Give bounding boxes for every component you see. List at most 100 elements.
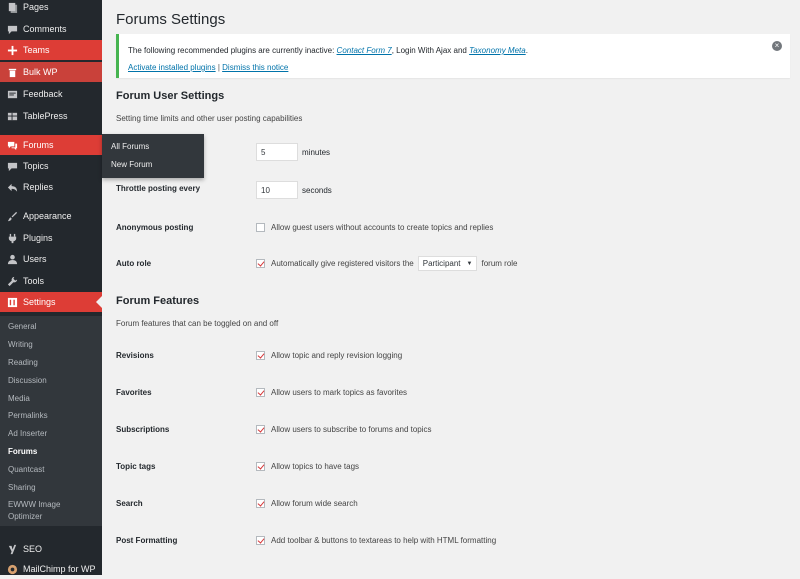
admin-sidebar: Pages Comments Teams Bulk WP Feedback Ta… [0,0,102,575]
topic-tags-label: Topic tags [116,462,156,471]
subscriptions-label: Subscriptions [116,425,170,434]
notice-prefix: The following recommended plugins are cu… [128,46,337,55]
sidebar-item-label: SEO [23,544,43,554]
submenu-item-media[interactable]: Media [8,394,30,403]
sidebar-item-label: Teams [23,45,50,55]
sidebar-item-label: Replies [23,182,54,192]
sidebar-item-comments[interactable]: Comments [0,19,102,39]
sidebar-item-label: Forums [23,140,54,150]
flyout-item-new-forum[interactable]: New Forum [111,160,152,169]
anonymous-posting-checkbox[interactable] [256,223,265,232]
sidebar-item-tablepress[interactable]: TablePress [0,106,102,126]
plus-icon [6,44,18,56]
post-formatting-text: Add toolbar & buttons to textareas to he… [271,536,497,545]
favorites-checkbox[interactable] [256,388,265,397]
favorites-option: Allow users to mark topics as favorites [256,388,407,397]
edit-lock-input[interactable] [256,143,298,161]
anonymous-posting-text: Allow guest users without accounts to cr… [271,223,494,232]
replies-icon [6,181,18,193]
flyout-item-all-forums[interactable]: All Forums [111,142,149,151]
activate-plugins-link[interactable]: Activate installed plugins [128,63,216,72]
settings-icon [6,296,18,308]
contact-form-link[interactable]: Contact Form 7 [337,46,392,55]
sidebar-item-teams[interactable]: Teams [0,40,102,60]
submenu-item-ewww[interactable]: EWWW Image [8,500,60,509]
search-checkbox[interactable] [256,499,265,508]
sidebar-item-label: Bulk WP [23,67,58,77]
notice-actions: Activate installed plugins | Dismiss thi… [128,63,288,72]
notice-sep: , Login With Ajax and [391,46,470,55]
sidebar-item-topics[interactable]: Topics [0,156,102,176]
submenu-item-ad-inserter[interactable]: Ad Inserter [8,429,47,438]
submenu-item-forums[interactable]: Forums [8,447,37,456]
sidebar-item-pages[interactable]: Pages [0,0,102,17]
sidebar-item-label: TablePress [23,111,68,121]
submenu-item-sharing[interactable]: Sharing [8,483,36,492]
auto-role-label: Auto role [116,259,152,268]
section-desc-user-settings: Setting time limits and other user posti… [116,114,303,123]
sidebar-item-bulkwp[interactable]: Bulk WP [0,62,102,82]
sidebar-item-feedback[interactable]: Feedback [0,84,102,104]
close-icon[interactable]: × [772,41,782,51]
auto-role-checkbox[interactable] [256,259,265,268]
sidebar-item-users[interactable]: Users [0,249,102,269]
settings-submenu: General Writing Reading Discussion Media… [0,316,102,526]
sidebar-item-label: Topics [23,161,49,171]
pages-icon [6,1,18,13]
sidebar-item-settings[interactable]: Settings [0,292,102,312]
mailchimp-icon [6,563,18,575]
subscriptions-option: Allow users to subscribe to forums and t… [256,425,432,434]
auto-role-select-value: Participant [422,259,461,268]
sidebar-item-forums[interactable]: Forums [0,135,102,155]
sidebar-item-label: Users [23,254,47,264]
anonymous-posting-option: Allow guest users without accounts to cr… [256,223,493,232]
sidebar-item-plugins[interactable]: Plugins [0,228,102,248]
sidebar-item-seo[interactable]: SEO [0,539,102,559]
submenu-item-quantcast[interactable]: Quantcast [8,465,44,474]
sidebar-item-label: Plugins [23,233,53,243]
submenu-item-discussion[interactable]: Discussion [8,376,47,385]
topics-icon [6,160,18,172]
sidebar-item-replies[interactable]: Replies [0,177,102,197]
search-label: Search [116,499,143,508]
post-formatting-label: Post Formatting [116,536,178,545]
wrench-icon [6,275,18,287]
search-text: Allow forum wide search [271,499,358,508]
search-option: Allow forum wide search [256,499,358,508]
submenu-item-reading[interactable]: Reading [8,358,38,367]
topic-tags-option: Allow topics to have tags [256,462,359,471]
auto-role-select[interactable]: Participant ▼ [417,256,478,271]
revisions-option: Allow topic and reply revision logging [256,351,402,360]
post-formatting-option: Add toolbar & buttons to textareas to he… [256,536,496,545]
submenu-item-permalinks[interactable]: Permalinks [8,411,48,420]
user-icon [6,253,18,265]
favorites-text: Allow users to mark topics as favorites [271,388,408,397]
section-heading-features: Forum Features [116,295,200,307]
throttle-input[interactable] [256,181,298,199]
auto-role-text: Automatically give registered visitors t… [271,259,414,268]
brush-icon [6,210,18,222]
subscriptions-checkbox[interactable] [256,425,265,434]
submenu-item-ewww-line2[interactable]: Optimizer [8,512,42,521]
current-menu-arrow [96,296,102,308]
post-formatting-checkbox[interactable] [256,536,265,545]
taxonomy-meta-link[interactable]: Taxonomy Meta [469,46,526,55]
sidebar-item-label: Pages [23,2,49,12]
favorites-label: Favorites [116,388,152,397]
revisions-checkbox[interactable] [256,351,265,360]
section-heading-user-settings: Forum User Settings [116,90,225,102]
sidebar-item-mailchimp[interactable]: MailChimp for WP [0,559,102,579]
auto-role-suffix: forum role [481,259,518,268]
revisions-text: Allow topic and reply revision logging [271,351,403,360]
chevron-down-icon: ▼ [466,260,473,267]
topic-tags-checkbox[interactable] [256,462,265,471]
sidebar-item-appearance[interactable]: Appearance [0,206,102,226]
submenu-item-writing[interactable]: Writing [8,340,33,349]
sidebar-item-tools[interactable]: Tools [0,271,102,291]
revisions-label: Revisions [116,351,154,360]
dismiss-notice-link[interactable]: Dismiss this notice [222,63,288,72]
forums-flyout-menu: All Forums New Forum [102,134,204,178]
edit-lock-unit: minutes [302,148,331,157]
topic-tags-text: Allow topics to have tags [271,462,360,471]
submenu-item-general[interactable]: General [8,322,36,331]
